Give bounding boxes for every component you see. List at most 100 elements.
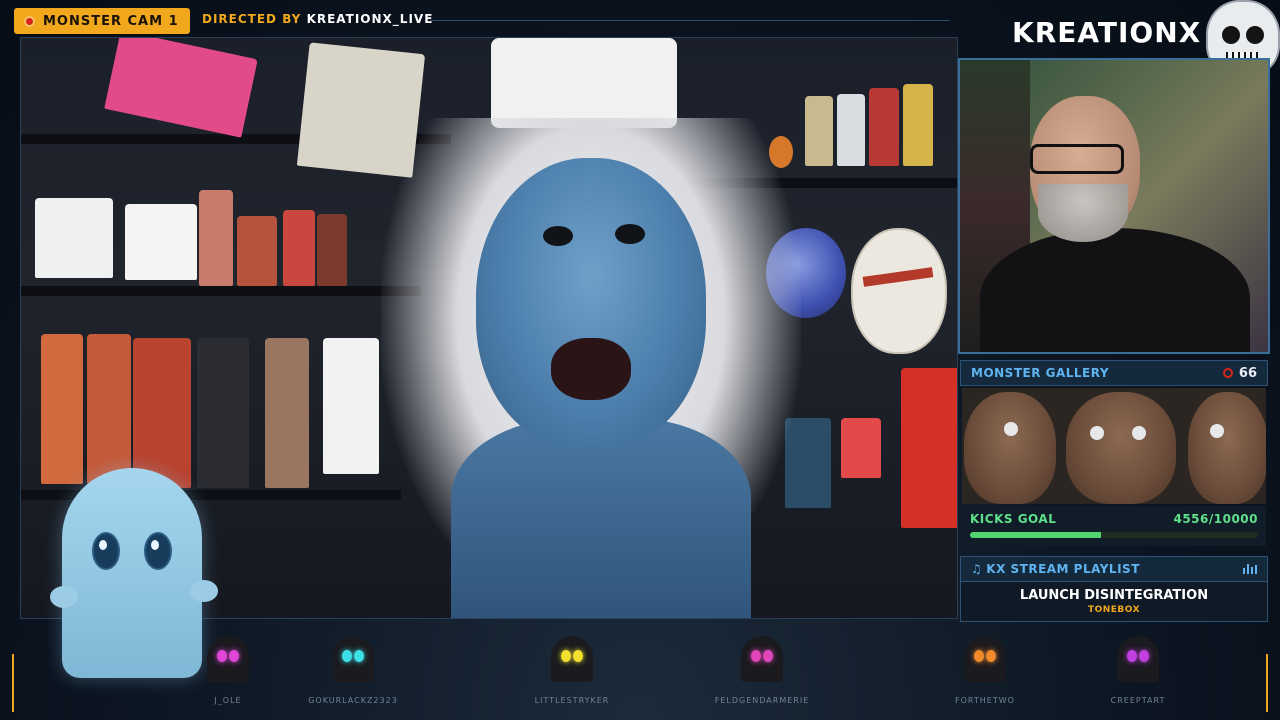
kicks-goal: KICKS GOAL 4556/10000 [962,506,1266,546]
chatter-ghost: J_OLE [168,636,288,705]
spray-bottle [901,368,957,528]
chatter-name: FELDGENDARMERIE [714,696,810,705]
ghost-icon [332,636,374,682]
ghost-eye [974,650,984,662]
gfuel-bag [104,38,258,138]
paint-bottle [317,214,347,286]
record-dot-icon [24,15,35,27]
chatter-ghost: CREEPTART [1078,636,1198,705]
streamer-glasses [1030,144,1124,174]
chatter-name: CREEPTART [1110,696,1166,705]
gallery-title: MONSTER GALLERY [971,366,1110,380]
skull-eye [1246,26,1264,44]
viewer-count-value: 66 [1238,365,1257,381]
goal-progress-text: 4556/10000 [1173,512,1258,526]
chatter-ghost: FELDGENDARMERIE [702,636,822,705]
zombie-mask [964,392,1056,504]
ghost-arm [50,586,78,608]
ghost-eye [763,650,773,662]
ghost-eye [561,650,571,662]
paint-bottle [265,338,309,488]
mask-neck [451,418,751,618]
ghost-eye [1127,650,1137,662]
ghost-eye [573,650,583,662]
chatter-name: LITTLESTRYKER [534,696,610,705]
shelf [21,286,421,296]
track-artist: TONEBOX [1087,605,1141,615]
ghost-eye [144,532,172,570]
chatter-ghost: LITTLESTRYKER [512,636,632,705]
live-viewers-icon [1222,368,1233,378]
soda-can [837,94,865,166]
blue-monster-mask [476,158,706,448]
brand-name: KREATIONX [1012,16,1202,49]
paint-jar [125,204,197,280]
playlist-title-wrap: ♫ KX STREAM PLAYLIST [971,562,1140,576]
ghost-eye [751,650,761,662]
paint-bottle [237,216,277,286]
ghost-icon [207,636,249,682]
ghost-eye [92,532,120,570]
equalizer-icon [1243,564,1257,574]
ghost-eye [1139,650,1149,662]
ghost-icon [964,636,1006,682]
zombie-eye [1210,424,1224,438]
ghost-icon [551,636,593,682]
paint-bottle [841,418,881,478]
zombie-eye [1090,426,1104,440]
streamer-body [980,228,1250,352]
paint-bottle [283,210,315,286]
chatter-ghost: GOKURLACKZ2323 [293,636,413,705]
ghost-eye [229,650,239,662]
ghost-eye [986,650,996,662]
zombie-eye [1004,422,1018,436]
top-divider [430,20,950,21]
zombie-eye [1132,426,1146,440]
track-title: LAUNCH DISINTEGRATION [1019,588,1209,603]
goal-label: KICKS GOAL [970,512,1057,526]
soda-can [903,84,933,166]
soda-can [805,96,833,166]
director-name: KREATIONX_LIVE [306,12,434,26]
playlist-title: KX STREAM PLAYLIST [986,562,1140,576]
paint-bottle [133,338,191,488]
goal-progress-fill [970,532,1102,538]
chatter-name: GOKURLACKZ2323 [308,696,398,705]
zombie-mask [1066,392,1176,504]
mask-mouth [551,338,631,400]
paint-bottle [197,338,249,488]
cam-label-tab: MONSTER CAM 1 [14,8,190,34]
mask-eye [615,224,645,244]
playlist-header: ♫ KX STREAM PLAYLIST [960,556,1268,582]
cam-label: MONSTER CAM 1 [43,13,179,29]
music-note-icon: ♫ [971,562,983,576]
viewer-count: 66 [1222,365,1257,381]
paint-bottle [87,334,131,484]
soda-can [869,88,899,166]
streamer-beard [1038,184,1128,242]
gallery-header: MONSTER GALLERY 66 [960,360,1268,386]
paint-jar [35,198,113,278]
webcam-feed [958,58,1270,354]
mask-eye [543,226,573,246]
ghost-eye [354,650,364,662]
paint-bottle [323,338,379,474]
paper-towel-roll [491,38,677,128]
ghost-arm [190,580,218,602]
zombie-mask [1188,392,1266,504]
hockey-mask [851,228,947,354]
ghost-icon [741,636,783,682]
chatter-name: FORTHETWO [955,696,1015,705]
ghost-eye [342,650,352,662]
ghost-icon [1117,636,1159,682]
goal-progress-track [970,532,1258,538]
directed-by: DIRECTED BY KREATIONX_LIVE [202,12,433,26]
chatter-ghost: FORTHETWO [925,636,1045,705]
paint-bottle [199,190,233,286]
now-playing: LAUNCH DISINTEGRATION TONEBOX [960,582,1268,622]
directed-by-label: DIRECTED BY [202,12,302,26]
chatter-name: J_OLE [214,696,242,705]
monster-gallery-image [962,388,1266,504]
skull-eye [1222,26,1240,44]
ghost-eye [217,650,227,662]
